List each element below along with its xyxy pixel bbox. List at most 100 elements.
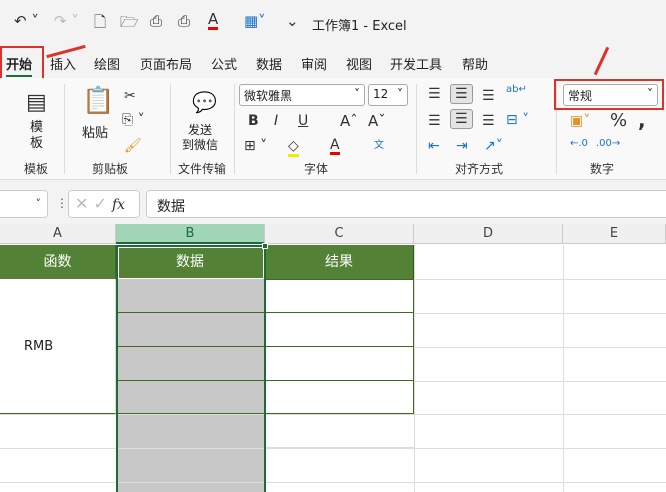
align-center-icon[interactable]: ☰ bbox=[450, 109, 473, 129]
formula-controls: ✕ ✓ fx bbox=[68, 190, 140, 218]
currency-icon[interactable]: ▣˅ bbox=[570, 113, 590, 129]
font-name-value: 微软雅黑 bbox=[244, 89, 293, 103]
percent-icon[interactable]: % bbox=[610, 110, 627, 131]
fill-handle[interactable] bbox=[262, 243, 268, 249]
font-size-select[interactable]: 12 ˅ bbox=[368, 84, 408, 106]
group-label-template: 模板 bbox=[24, 162, 49, 176]
cell-c4[interactable] bbox=[265, 347, 414, 381]
font-color-button[interactable]: A bbox=[330, 138, 340, 155]
align-top-icon[interactable]: ☰ bbox=[428, 86, 441, 102]
formula-input[interactable]: 数据 bbox=[146, 190, 666, 218]
font-size-value: 12 bbox=[373, 87, 389, 101]
column-header-d[interactable]: D bbox=[414, 224, 563, 244]
cell-a1[interactable]: 函数 bbox=[0, 245, 116, 279]
phonetic-icon[interactable]: 文 bbox=[374, 136, 384, 151]
orientation-icon[interactable]: ↗˅ bbox=[484, 138, 503, 154]
tab-data[interactable]: 数据 bbox=[256, 54, 282, 73]
decrease-decimal-icon[interactable]: .00→ bbox=[596, 138, 620, 149]
arrow-annotation bbox=[593, 46, 610, 76]
open-folder-icon[interactable]: 🗁 bbox=[120, 12, 139, 37]
tab-review[interactable]: 审阅 bbox=[301, 54, 327, 73]
table-icon[interactable]: ▦˅ bbox=[244, 12, 266, 30]
tab-view[interactable]: 视图 bbox=[346, 54, 372, 73]
divider bbox=[170, 84, 171, 174]
template-button[interactable]: 模板 bbox=[30, 120, 44, 152]
underline-button[interactable]: U bbox=[298, 113, 308, 129]
borders-icon[interactable]: ⊞ ˅ bbox=[244, 138, 267, 154]
enter-icon[interactable]: ✓ bbox=[94, 194, 107, 213]
number-format-select[interactable]: 常规 ˅ bbox=[563, 84, 658, 106]
row-line bbox=[414, 279, 666, 280]
template-icon[interactable]: ▤ bbox=[26, 90, 47, 115]
bold-button[interactable]: B bbox=[248, 113, 259, 129]
column-header-c[interactable]: C bbox=[265, 224, 414, 244]
row-line bbox=[265, 414, 414, 448]
column-header-b[interactable]: B bbox=[116, 224, 265, 244]
tab-page-layout[interactable]: 页面布局 bbox=[140, 54, 192, 73]
column-header-a[interactable]: A bbox=[0, 224, 116, 244]
paste-button[interactable]: 粘贴 bbox=[82, 122, 108, 141]
wechat-icon[interactable]: 💬 bbox=[192, 90, 217, 114]
increase-decimal-icon[interactable]: ←.0 bbox=[570, 138, 588, 149]
increase-indent-icon[interactable]: ⇥ bbox=[456, 138, 468, 154]
tab-formulas[interactable]: 公式 bbox=[211, 54, 237, 73]
send-wechat-label2[interactable]: 到微信 bbox=[182, 136, 218, 153]
increase-font-icon[interactable]: Aˆ bbox=[340, 112, 358, 130]
fx-icon[interactable]: fx bbox=[112, 197, 125, 213]
cell-c2[interactable] bbox=[265, 279, 414, 313]
cell-c3[interactable] bbox=[265, 313, 414, 347]
divider bbox=[416, 84, 417, 174]
tab-developer[interactable]: 开发工具 bbox=[390, 54, 442, 73]
tab-help[interactable]: 帮助 bbox=[462, 54, 488, 73]
cell-a2-merged[interactable]: RMB bbox=[0, 279, 116, 414]
col-line bbox=[414, 245, 415, 492]
align-middle-icon[interactable]: ☰ bbox=[450, 84, 473, 104]
group-label-clipboard: 剪贴板 bbox=[92, 162, 129, 176]
undo-icon[interactable]: ↶ ˅ bbox=[14, 12, 39, 30]
new-file-icon[interactable]: 🗋 bbox=[94, 12, 106, 37]
decrease-font-icon[interactable]: Aˇ bbox=[368, 112, 386, 130]
column-header-e[interactable]: E bbox=[563, 224, 666, 244]
redo-icon[interactable]: ↷ ˅ bbox=[54, 12, 79, 30]
more-icon[interactable]: ⋮ bbox=[56, 196, 68, 210]
cell-c1[interactable]: 结果 bbox=[265, 245, 414, 279]
tab-insert[interactable]: 插入 bbox=[50, 54, 76, 73]
group-label-file: 文件传输 bbox=[178, 162, 227, 176]
cancel-icon[interactable]: ✕ bbox=[75, 194, 88, 213]
merge-icon[interactable]: ⊟ ˅ bbox=[506, 112, 529, 128]
align-bottom-icon[interactable]: ☰ bbox=[482, 88, 495, 104]
row-line bbox=[414, 381, 666, 382]
copy-icon[interactable]: ⎘ ˅ bbox=[122, 112, 145, 128]
wrap-text-icon[interactable]: ab↵ bbox=[506, 84, 527, 95]
comma-icon[interactable]: , bbox=[638, 108, 646, 132]
fill-color-icon[interactable]: ◇ bbox=[288, 138, 299, 157]
align-right-icon[interactable]: ☰ bbox=[482, 113, 495, 129]
number-format-value: 常规 bbox=[568, 89, 593, 103]
col-line bbox=[563, 245, 564, 492]
row-line bbox=[0, 482, 666, 483]
row-line bbox=[0, 414, 666, 415]
selection-border bbox=[116, 245, 266, 492]
active-cell bbox=[118, 247, 264, 279]
decrease-indent-icon[interactable]: ⇤ bbox=[428, 138, 440, 154]
group-label-font: 字体 bbox=[304, 162, 329, 176]
name-box[interactable]: ˅ bbox=[0, 190, 48, 218]
format-painter-icon[interactable]: 🖌 bbox=[124, 138, 142, 154]
print-icon[interactable]: ⎙ bbox=[178, 12, 190, 30]
customize-icon[interactable]: ⌄ bbox=[286, 12, 299, 30]
font-color-icon[interactable]: A bbox=[208, 12, 219, 30]
row-line bbox=[414, 347, 666, 348]
print-preview-icon[interactable]: ⎙ bbox=[150, 12, 162, 30]
group-label-align: 对齐方式 bbox=[455, 162, 504, 176]
tab-draw[interactable]: 绘图 bbox=[94, 54, 120, 73]
italic-button[interactable]: I bbox=[274, 113, 278, 129]
font-name-select[interactable]: 微软雅黑 ˅ bbox=[239, 84, 365, 106]
row-line bbox=[414, 313, 666, 314]
tab-home[interactable]: 开始 bbox=[6, 54, 33, 77]
paste-icon[interactable]: 📋 bbox=[82, 86, 114, 116]
cell-c5[interactable] bbox=[265, 381, 414, 414]
cut-icon[interactable]: ✂ bbox=[124, 88, 136, 104]
align-left-icon[interactable]: ☰ bbox=[428, 113, 441, 129]
window-title: 工作簿1 - Excel bbox=[312, 19, 407, 34]
divider bbox=[234, 84, 235, 174]
